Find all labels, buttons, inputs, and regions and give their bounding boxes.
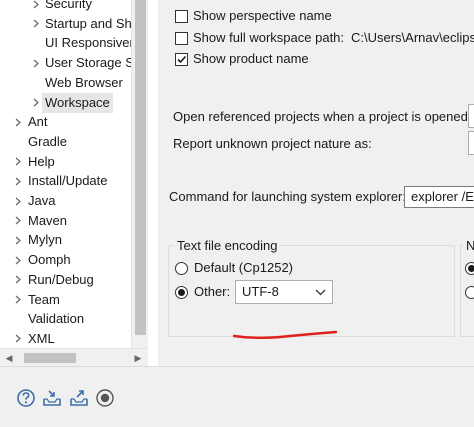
encoding-default-row[interactable]: Default (Cp1252)	[175, 258, 375, 278]
show-full-workspace-path-label: Show full workspace path:	[193, 30, 345, 45]
tree-item[interactable]: XML	[0, 329, 148, 348]
encoding-other-combo[interactable]: UTF-8	[235, 280, 333, 304]
chevron-right-icon[interactable]	[12, 230, 24, 250]
import-preferences-icon[interactable]	[42, 388, 62, 408]
preferences-dialog: Security Startup and ShutdownUI Responsiv…	[0, 0, 474, 427]
scroll-left-icon[interactable]: ◀	[2, 349, 16, 367]
report-unknown-nature-combo[interactable]	[468, 131, 474, 155]
chevron-right-icon[interactable]	[12, 191, 24, 211]
tree-horizontal-scrollbar[interactable]: ◀ ▶	[0, 348, 148, 367]
chevron-right-icon[interactable]	[30, 93, 42, 113]
red-underline-annotation	[232, 330, 338, 339]
tree-vertical-scrollbar[interactable]	[131, 0, 149, 348]
chevron-right-icon[interactable]	[30, 0, 42, 14]
tree-item[interactable]: Maven	[0, 211, 148, 231]
tree-item-label: Run/Debug	[28, 271, 94, 287]
report-unknown-nature-label: Report unknown project nature as:	[173, 136, 372, 151]
export-preferences-icon[interactable]	[69, 388, 89, 408]
record-icon[interactable]	[95, 388, 115, 408]
chevron-right-icon[interactable]	[30, 14, 42, 34]
dialog-bottom-bar	[0, 366, 474, 427]
encoding-other-radio[interactable]	[175, 286, 188, 299]
show-full-workspace-path-checkbox[interactable]	[175, 32, 188, 45]
open-referenced-projects-combo[interactable]	[468, 104, 474, 128]
chevron-right-icon[interactable]	[12, 152, 24, 172]
tree-item-label: Team	[28, 291, 60, 307]
chevron-right-icon[interactable]	[12, 329, 24, 348]
tree-item-label: Security	[45, 0, 92, 11]
tree-item-label: Install/Update	[28, 173, 108, 189]
tree-item[interactable]: Help	[0, 152, 148, 172]
tree-item[interactable]: User Storage Service	[0, 53, 148, 73]
tree-item[interactable]: Team	[0, 290, 148, 310]
radio-selected-dot	[178, 289, 185, 296]
tree-item[interactable]: Workspace	[0, 92, 148, 113]
tree-item[interactable]: Validation	[0, 309, 148, 329]
tree-item-label: Help	[28, 153, 55, 169]
tree-item[interactable]: Security	[0, 0, 148, 14]
encoding-default-label: Default (Cp1252)	[194, 260, 293, 275]
tree-item[interactable]: Gradle	[0, 132, 148, 152]
show-perspective-name-checkbox[interactable]	[175, 10, 188, 23]
tree-item-label: Maven	[28, 212, 68, 228]
tree-item-label: Java	[28, 193, 56, 208]
preferences-tree: Security Startup and ShutdownUI Responsiv…	[0, 0, 148, 348]
help-icon[interactable]	[16, 388, 36, 408]
chevron-right-icon[interactable]	[12, 211, 24, 231]
workspace-preferences-page: Show perspective name Show full workspac…	[158, 0, 474, 366]
tree-item-label: Gradle	[28, 133, 68, 149]
chevron-right-icon[interactable]	[12, 270, 24, 290]
show-product-name-label: Show product name	[193, 51, 309, 66]
tree-item-label: Validation	[28, 311, 85, 327]
tree-item-label: XML	[28, 330, 55, 346]
chevron-right-icon[interactable]	[12, 112, 24, 132]
show-product-name-checkbox[interactable]	[175, 53, 188, 66]
chevron-right-icon[interactable]	[12, 250, 24, 270]
tree-item[interactable]: Install/Update	[0, 171, 148, 191]
tree-item-label: Workspace	[42, 92, 113, 113]
tree-vertical-scroll-thumb[interactable]	[135, 0, 146, 335]
tree-item[interactable]: Startup and Shutdown	[0, 14, 148, 34]
show-product-name-row[interactable]: Show product name	[175, 49, 474, 69]
pane-splitter[interactable]	[148, 0, 158, 366]
show-perspective-name-row[interactable]: Show perspective name	[175, 6, 474, 26]
chevron-right-icon[interactable]	[12, 171, 24, 191]
encoding-other-value: UTF-8	[242, 284, 279, 299]
tree-item[interactable]: Ant	[0, 112, 148, 132]
line-delimiter-other-radio[interactable]	[465, 286, 474, 299]
show-full-workspace-path-row[interactable]: Show full workspace path: C:\Users\Arnav…	[175, 28, 474, 48]
line-delimiter-default-radio[interactable]	[465, 262, 474, 275]
tree-item[interactable]: Oomph	[0, 250, 148, 270]
text-file-encoding-label: Text file encoding	[174, 238, 281, 254]
chevron-right-icon[interactable]	[30, 53, 42, 73]
tree-item[interactable]: Mylyn	[0, 230, 148, 250]
encoding-other-row[interactable]: Other:	[175, 282, 235, 302]
tree-item-label: Ant	[28, 114, 48, 130]
encoding-default-radio[interactable]	[175, 262, 188, 275]
radio-selected-dot	[468, 265, 474, 272]
open-referenced-projects-label: Open referenced projects when a project …	[173, 109, 472, 124]
line-delimiter-group-label: N	[463, 238, 474, 254]
tree-item-label: Oomph	[28, 252, 71, 268]
checkmark-icon	[177, 55, 187, 64]
tree-item[interactable]: Web Browser	[0, 73, 148, 93]
workspace-path-value: C:\Users\Arnav\eclipse-workspace	[351, 30, 474, 45]
chevron-down-icon[interactable]	[315, 281, 326, 303]
encoding-other-label: Other:	[194, 284, 231, 299]
tree-horizontal-scroll-thumb[interactable]	[24, 353, 76, 363]
show-perspective-name-label: Show perspective name	[193, 8, 332, 23]
tree-item-label: Mylyn	[28, 232, 62, 248]
chevron-right-icon[interactable]	[12, 290, 24, 310]
tree-item-label: Web Browser	[45, 74, 123, 90]
scroll-right-icon[interactable]: ▶	[131, 349, 145, 367]
tree-item[interactable]: UI Responsiveness Monitoring	[0, 33, 148, 53]
system-explorer-command-input[interactable]: explorer /E,/select=${selected_resource_…	[404, 186, 474, 208]
tree-item[interactable]: Run/Debug	[0, 270, 148, 290]
system-explorer-command-label: Command for launching system explorer:	[169, 189, 406, 204]
tree-item[interactable]: Java	[0, 191, 148, 211]
